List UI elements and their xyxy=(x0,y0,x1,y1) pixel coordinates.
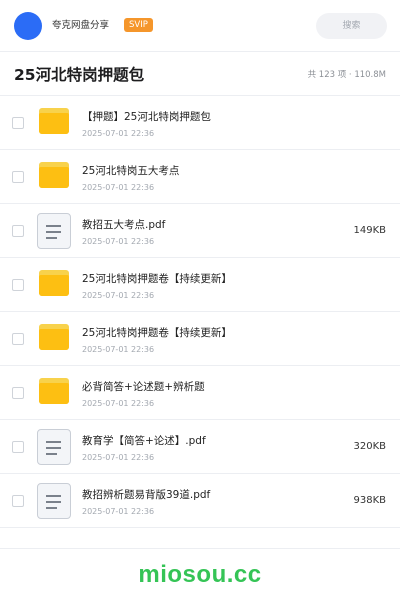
folder-icon xyxy=(39,108,69,134)
file-date: 2025-07-01 22:36 xyxy=(82,291,155,300)
svip-badge: SVIP xyxy=(124,18,153,32)
select-checkbox[interactable] xyxy=(12,225,24,237)
file-row[interactable]: 25河北特岗五大考点 2025-07-01 22:36 xyxy=(0,150,400,204)
file-date: 2025-07-01 22:36 xyxy=(82,183,155,192)
file-size: 938KB xyxy=(353,495,386,506)
select-checkbox[interactable] xyxy=(12,441,24,453)
file-size: 149KB xyxy=(353,225,386,236)
folder-summary: 共 123 项 · 110.8M xyxy=(307,70,386,80)
owner-name[interactable]: 夸克网盘分享 xyxy=(52,19,109,33)
file-date: 2025-07-01 22:36 xyxy=(82,129,155,138)
file-row[interactable]: 教招五大考点.pdf 2025-07-01 22:36 149KB xyxy=(0,204,400,258)
file-row[interactable]: 25河北特岗押题卷【持续更新】 2025-07-01 22:36 xyxy=(0,258,400,312)
folder-icon xyxy=(39,162,69,188)
document-icon xyxy=(37,213,71,249)
document-icon xyxy=(37,429,71,465)
file-name[interactable]: 教招辨析题易背版39道.pdf xyxy=(82,488,210,502)
folder-icon xyxy=(39,324,69,350)
file-date: 2025-07-01 22:36 xyxy=(82,507,155,516)
select-checkbox[interactable] xyxy=(12,171,24,183)
share-header: 夸克网盘分享 SVIP xyxy=(0,0,400,52)
file-size: 320KB xyxy=(353,441,386,452)
footer: miosou.cc xyxy=(0,548,400,600)
folder-icon xyxy=(39,270,69,296)
select-checkbox[interactable] xyxy=(12,117,24,129)
page-title: 25河北特岗押题包 xyxy=(14,66,145,84)
file-date: 2025-07-01 22:36 xyxy=(82,453,155,462)
watermark: miosou.cc xyxy=(138,561,262,588)
file-name[interactable]: 教招五大考点.pdf xyxy=(82,218,165,232)
file-row[interactable]: 教育学【简答+论述】.pdf 2025-07-01 22:36 320KB xyxy=(0,420,400,474)
file-name[interactable]: 25河北特岗五大考点 xyxy=(82,164,179,178)
select-checkbox[interactable] xyxy=(12,495,24,507)
file-row[interactable]: 教招辨析题易背版39道.pdf 2025-07-01 22:36 938KB xyxy=(0,474,400,528)
file-date: 2025-07-01 22:36 xyxy=(82,345,155,354)
file-name[interactable]: 必背简答+论述题+辨析题 xyxy=(82,380,205,394)
avatar[interactable] xyxy=(14,12,42,40)
file-name[interactable]: 教育学【简答+论述】.pdf xyxy=(82,434,206,448)
select-checkbox[interactable] xyxy=(12,387,24,399)
file-name[interactable]: 25河北特岗押题卷【持续更新】 xyxy=(82,326,232,340)
folder-title-row: 25河北特岗押题包 共 123 项 · 110.8M xyxy=(0,52,400,96)
file-date: 2025-07-01 22:36 xyxy=(82,237,155,246)
folder-icon xyxy=(39,378,69,404)
file-row[interactable]: 必背简答+论述题+辨析题 2025-07-01 22:36 xyxy=(0,366,400,420)
file-date: 2025-07-01 22:36 xyxy=(82,399,155,408)
file-list: 【押题】25河北特岗押题包 2025-07-01 22:36 25河北特岗五大考点 2… xyxy=(0,96,400,528)
file-name[interactable]: 25河北特岗押题卷【持续更新】 xyxy=(82,272,232,286)
file-row[interactable]: 25河北特岗押题卷【持续更新】 2025-07-01 22:36 xyxy=(0,312,400,366)
select-checkbox[interactable] xyxy=(12,333,24,345)
file-row[interactable]: 【押题】25河北特岗押题包 2025-07-01 22:36 xyxy=(0,96,400,150)
select-checkbox[interactable] xyxy=(12,279,24,291)
search-input[interactable] xyxy=(316,13,387,39)
file-name[interactable]: 【押题】25河北特岗押题包 xyxy=(82,110,211,124)
document-icon xyxy=(37,483,71,519)
